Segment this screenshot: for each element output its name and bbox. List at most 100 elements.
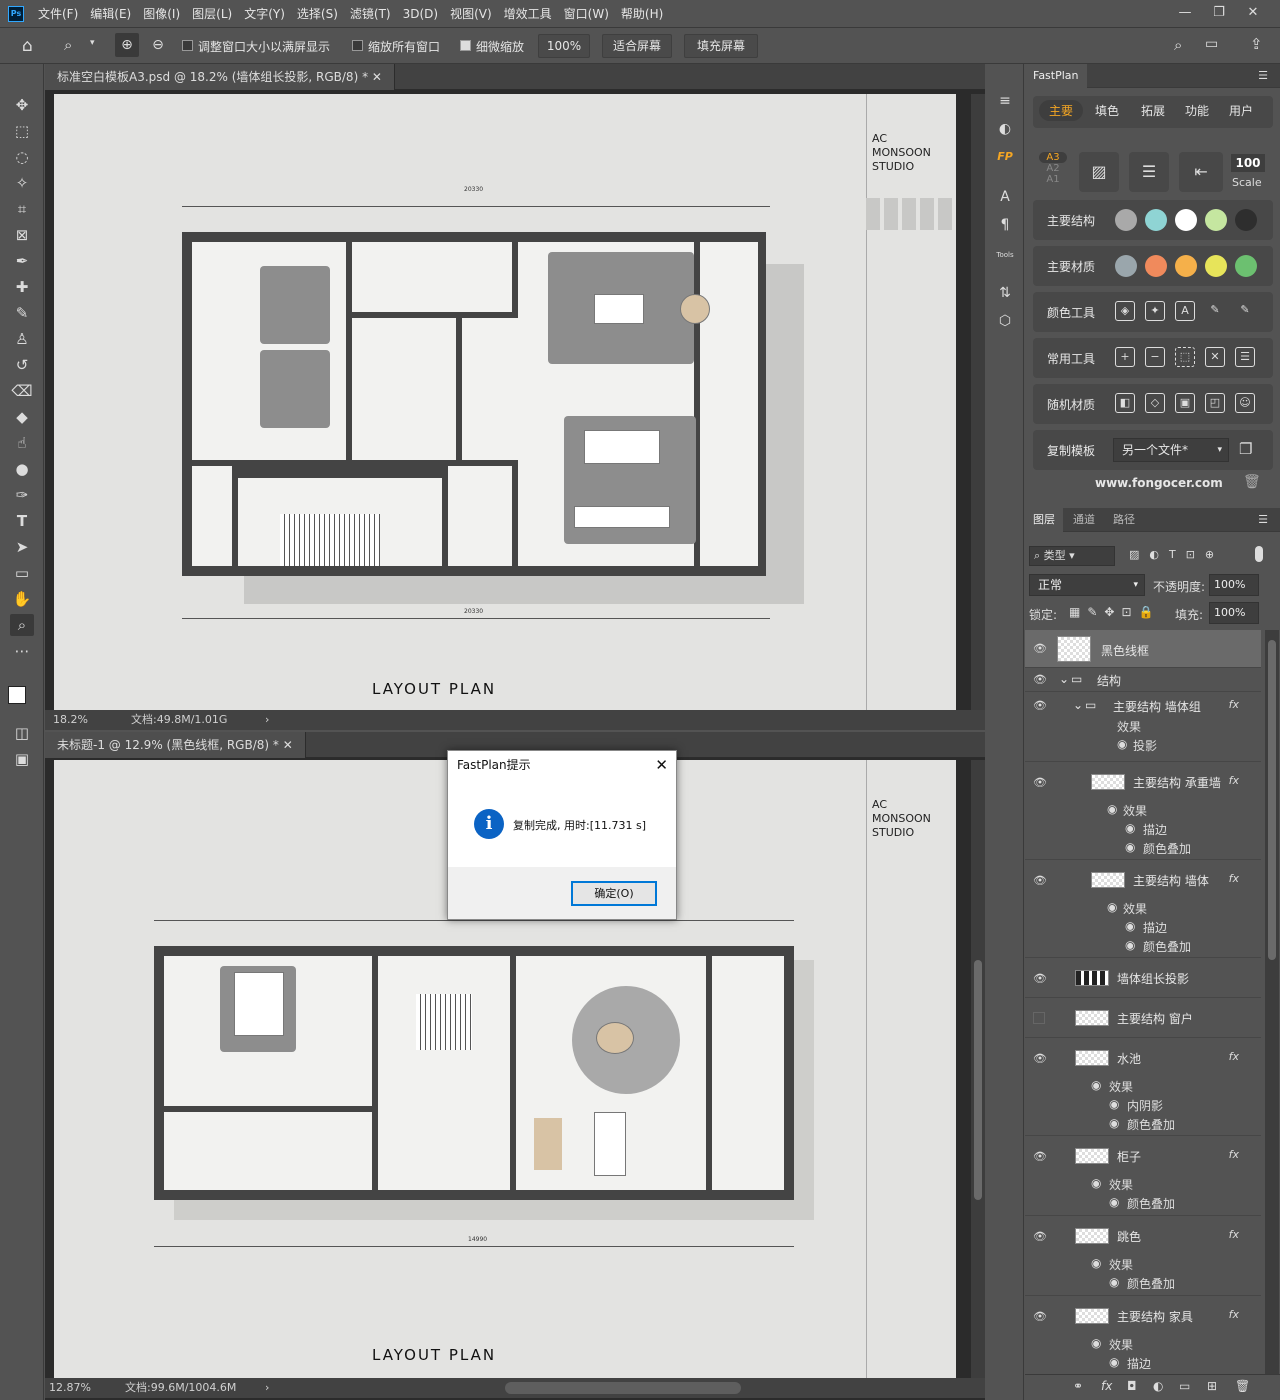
eraser-icon[interactable]: ✎ xyxy=(1235,301,1255,321)
healing-brush-icon[interactable]: ✚ xyxy=(10,276,34,298)
search-icon[interactable]: ⌕ xyxy=(1174,36,1182,54)
nav-fill[interactable]: 填色 xyxy=(1095,102,1119,119)
vertical-scrollbar[interactable] xyxy=(971,760,985,1378)
nav-function[interactable]: 功能 xyxy=(1185,102,1209,119)
scroll-thumb[interactable] xyxy=(974,960,982,1200)
move-tool-icon[interactable]: ✥ xyxy=(10,94,34,116)
effect-eye-icon[interactable]: ◉ xyxy=(1125,821,1135,835)
share-icon[interactable]: ⇪ xyxy=(1250,35,1263,53)
effect-eye-icon[interactable]: ◉ xyxy=(1109,1355,1119,1369)
effect-eye-icon[interactable]: ◉ xyxy=(1091,1078,1101,1092)
panel-menu-icon[interactable]: ☰ xyxy=(1250,508,1276,532)
image-icon[interactable]: ▨ xyxy=(1079,152,1119,192)
menu-help[interactable]: 帮助(H) xyxy=(615,0,669,28)
color-swatch[interactable] xyxy=(1175,209,1197,231)
layer-row[interactable]: 👁 主要结构 家具 fx ◉ 效果 ◉ 描边 xyxy=(1025,1296,1261,1376)
fx-icon[interactable]: fx xyxy=(1229,872,1239,885)
menu-select[interactable]: 选择(S) xyxy=(291,0,344,28)
fx-icon[interactable]: fx xyxy=(1229,698,1239,711)
type-tool-icon[interactable]: T xyxy=(10,510,34,532)
layers-stack-icon[interactable]: ☰ xyxy=(1235,347,1255,367)
close-tab-icon[interactable]: ✕ xyxy=(372,70,382,84)
zoom-out-icon[interactable]: ⊖ xyxy=(146,33,170,57)
dodge-tool-icon[interactable]: ● xyxy=(10,458,34,480)
filter-toggle[interactable] xyxy=(1255,546,1263,562)
horizontal-scroll-thumb[interactable] xyxy=(505,1382,741,1394)
close-tab-icon[interactable]: ✕ xyxy=(283,738,293,752)
add-style-icon[interactable]: fx xyxy=(1101,1379,1112,1393)
add-mask-icon[interactable]: ◘ xyxy=(1127,1379,1137,1393)
eraser-tool-icon[interactable]: ⌫ xyxy=(10,380,34,402)
diamond-pattern-icon[interactable]: ◇ xyxy=(1145,393,1165,413)
new-group-icon[interactable]: ▭ xyxy=(1179,1379,1190,1393)
menu-file[interactable]: 文件(F) xyxy=(32,0,84,28)
nav-main[interactable]: 主要 xyxy=(1039,100,1084,121)
fastplan-icon[interactable]: FP xyxy=(994,146,1016,168)
remove-icon[interactable]: ✕ xyxy=(1205,347,1225,367)
adjustments-icon[interactable]: ≡ xyxy=(994,90,1016,112)
effect-eye-icon[interactable]: ◉ xyxy=(1125,840,1135,854)
color-swatch[interactable] xyxy=(1205,209,1227,231)
rectangle-tool-icon[interactable]: ▭ xyxy=(10,562,34,584)
text-tool-icon[interactable]: A xyxy=(1175,301,1195,321)
document-tab-1[interactable]: 标准空白模板A3.psd @ 18.2% (墙体组长投影, RGB/8) * ✕ xyxy=(45,64,395,90)
menu-image[interactable]: 图像(I) xyxy=(137,0,186,28)
layer-row[interactable]: 👁 黑色线框 xyxy=(1025,630,1261,668)
stamp-tool-icon[interactable]: ♙ xyxy=(10,328,34,350)
split-icon[interactable]: ◧ xyxy=(1115,393,1135,413)
folder-expand-icon[interactable]: ⌄ xyxy=(1059,672,1069,686)
eye-icon[interactable]: 👁 xyxy=(1033,643,1047,654)
fx-icon[interactable]: fx xyxy=(1229,774,1239,787)
character-icon[interactable]: A xyxy=(994,186,1016,208)
paper-size-selector[interactable]: A3 A2 A1 xyxy=(1039,152,1067,185)
nav-user[interactable]: 用户 xyxy=(1229,102,1253,119)
import-icon[interactable]: ⇤ xyxy=(1179,152,1223,192)
effect-eye-icon[interactable]: ◉ xyxy=(1117,737,1127,751)
opacity-input[interactable]: 100% xyxy=(1209,574,1259,596)
stack-icon[interactable]: ☰ xyxy=(1129,152,1169,192)
menu-filter[interactable]: 滤镜(T) xyxy=(344,0,397,28)
eye-icon[interactable]: 👁 xyxy=(1033,1053,1047,1064)
layer-row[interactable]: 主要结构 窗户 xyxy=(1025,998,1261,1038)
pen-tool-icon[interactable]: ✑ xyxy=(10,484,34,506)
paper-a1[interactable]: A1 xyxy=(1039,174,1067,185)
effect-eye-icon[interactable]: ◉ xyxy=(1091,1176,1101,1190)
workspace-icon[interactable]: ▭ xyxy=(1205,36,1218,52)
chevron-down-icon[interactable]: ▾ xyxy=(90,38,95,48)
add-icon[interactable]: + xyxy=(1115,347,1135,367)
color-swatch[interactable] xyxy=(1115,209,1137,231)
color-swatch[interactable] xyxy=(1235,209,1257,231)
menu-layer[interactable]: 图层(L) xyxy=(186,0,238,28)
eyedropper-icon[interactable]: ✒ xyxy=(10,250,34,272)
resize-windows-checkbox[interactable] xyxy=(182,40,193,51)
layer-row[interactable]: 👁 柜子 fx ◉ 效果 ◉ 颜色叠加 xyxy=(1025,1136,1261,1216)
screen-mode-icon[interactable]: ▣ xyxy=(10,748,34,770)
filter-icons[interactable]: ▨◐T⊡⊕ xyxy=(1129,548,1224,561)
zoom-value-field[interactable]: 100% xyxy=(538,34,590,58)
eye-icon[interactable]: 👁 xyxy=(1033,1151,1047,1162)
fill-tool-icon[interactable]: ◈ xyxy=(1115,301,1135,321)
menu-plugins[interactable]: 增效工具 xyxy=(498,0,558,28)
delete-layer-icon[interactable]: 🗑 xyxy=(1235,1379,1250,1393)
lasso-tool-icon[interactable]: ◌ xyxy=(10,146,34,168)
selection-icon[interactable]: ⬚ xyxy=(1175,347,1195,367)
paragraph-icon[interactable]: ¶ xyxy=(994,214,1016,236)
frame-tool-icon[interactable]: ⊠ xyxy=(10,224,34,246)
blend-mode-select[interactable]: 正常 ▾ xyxy=(1029,574,1145,596)
brush-tool-icon[interactable]: ✎ xyxy=(10,302,34,324)
menu-3d[interactable]: 3D(D) xyxy=(397,0,444,28)
zoom-tool-icon[interactable]: ⌕ xyxy=(64,36,72,54)
layer-row[interactable]: 👁 水池 fx ◉ 效果 ◉ 内阴影 ◉ 颜色叠加 xyxy=(1025,1038,1261,1136)
filter-kind-select[interactable]: ⌕ 类型 ▾ xyxy=(1029,546,1115,566)
tab-paths[interactable]: 路径 xyxy=(1105,508,1143,532)
copy-template-select[interactable]: 另一个文件* ▾ xyxy=(1113,438,1229,462)
ok-button[interactable]: 确定(O) xyxy=(571,881,657,906)
tab-fastplan[interactable]: FastPlan xyxy=(1025,64,1087,88)
fit-screen-button[interactable]: 适合屏幕 xyxy=(602,34,672,58)
color-icon[interactable]: ◐ xyxy=(994,118,1016,140)
tab-channels[interactable]: 通道 xyxy=(1065,508,1103,532)
fx-icon[interactable]: fx xyxy=(1229,1148,1239,1161)
link-layers-icon[interactable]: ⚭ xyxy=(1073,1379,1083,1393)
new-layer-icon[interactable]: ⊞ xyxy=(1207,1379,1217,1393)
menu-window[interactable]: 窗口(W) xyxy=(558,0,615,28)
